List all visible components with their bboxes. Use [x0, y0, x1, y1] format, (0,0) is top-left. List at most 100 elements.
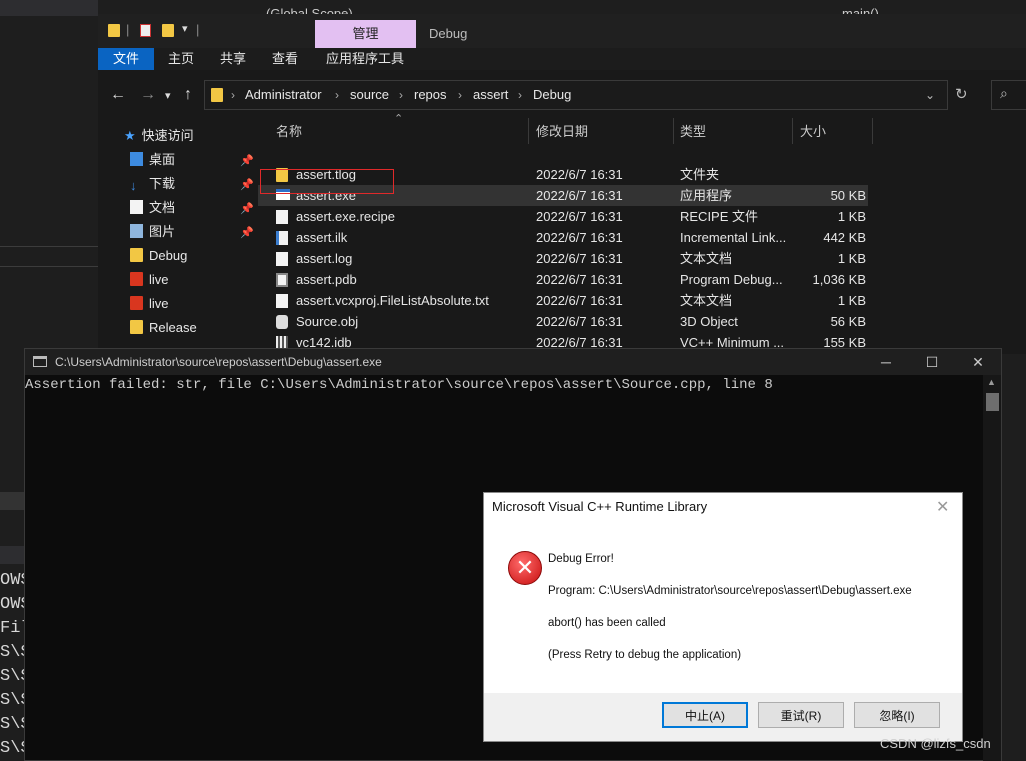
tab-file[interactable]: 文件	[98, 48, 154, 70]
file-type: Incremental Link...	[680, 230, 787, 245]
tab-view[interactable]: 查看	[260, 48, 310, 70]
pin-icon[interactable]: 📌	[240, 178, 254, 191]
file-row[interactable]: assert.exe.recipe 2022/6/7 16:31 RECIPE …	[258, 206, 868, 227]
scroll-up-icon[interactable]: ▲	[987, 377, 996, 387]
address-bar[interactable]: › Administrator › source › repos › asser…	[204, 80, 948, 110]
error-dialog: Microsoft Visual C++ Runtime Library ✕ ✕…	[483, 492, 963, 742]
file-icon	[276, 231, 288, 245]
file-date: 2022/6/7 16:31	[536, 230, 623, 245]
column-divider[interactable]	[792, 118, 793, 144]
nav-item-pictures[interactable]: 图片	[130, 220, 175, 244]
file-name: assert.vcxproj.FileListAbsolute.txt	[296, 293, 489, 308]
folder-warning-icon	[130, 272, 143, 286]
documents-icon	[130, 200, 143, 214]
breadcrumb-item[interactable]: assert	[473, 81, 508, 109]
nav-item-live[interactable]: live	[130, 292, 169, 316]
console-icon	[33, 356, 47, 367]
chevron-right-icon[interactable]: ›	[231, 81, 235, 109]
file-type: 文件夹	[680, 167, 720, 182]
column-divider[interactable]	[673, 118, 674, 144]
nav-item-desktop[interactable]: 桌面	[130, 148, 175, 172]
file-row[interactable]: assert.vcxproj.FileListAbsolute.txt 2022…	[258, 290, 868, 311]
column-header-type[interactable]: 类型	[680, 120, 706, 144]
error-icon: ✕	[508, 551, 542, 585]
ribbon-tabs: 文件 主页 共享 查看 应用程序工具	[98, 48, 1026, 70]
nav-quick-access[interactable]: ★ 快速访问	[124, 124, 194, 148]
breadcrumb-item[interactable]: source	[350, 81, 389, 109]
chevron-right-icon[interactable]: ›	[458, 81, 462, 109]
pin-icon[interactable]: 📌	[240, 202, 254, 215]
nav-item-release[interactable]: Release	[130, 316, 197, 340]
text-file-icon	[276, 294, 288, 308]
refresh-icon[interactable]: ↻	[955, 85, 968, 103]
properties-icon[interactable]	[140, 24, 151, 37]
console-scrollbar[interactable]: ▲	[983, 375, 1001, 761]
column-header-name[interactable]: 名称	[276, 120, 302, 144]
console-title: C:\Users\Administrator\source\repos\asse…	[55, 355, 382, 369]
column-header-size[interactable]: 大小	[800, 120, 826, 144]
file-row[interactable]: assert.log 2022/6/7 16:31 文本文档 1 KB	[258, 248, 868, 269]
highlight-box	[260, 169, 394, 194]
search-box[interactable]: ⌕	[991, 80, 1026, 110]
column-header-date[interactable]: 修改日期	[536, 120, 588, 144]
separator: |	[196, 22, 200, 37]
chevron-right-icon[interactable]: ›	[335, 81, 339, 109]
pictures-icon	[130, 224, 143, 238]
nav-label: Debug	[149, 248, 188, 263]
output-line: File	[0, 619, 26, 638]
breadcrumb-item[interactable]: Debug	[533, 81, 571, 109]
file-name: Source.obj	[296, 314, 359, 329]
minimize-icon[interactable]: ─	[863, 349, 909, 375]
maximize-icon[interactable]: ☐	[909, 349, 955, 375]
tab-app-tools[interactable]: 应用程序工具	[316, 48, 414, 70]
new-folder-icon[interactable]	[162, 24, 174, 37]
breadcrumb-item[interactable]: repos	[414, 81, 447, 109]
nav-item-downloads[interactable]: ↓ 下载	[130, 172, 175, 196]
file-row[interactable]: Source.obj 2022/6/7 16:31 3D Object 56 K…	[258, 311, 868, 332]
error-program: Program: C:\Users\Administrator\source\r…	[548, 585, 912, 597]
abort-button[interactable]: 中止(A)	[662, 702, 748, 728]
pdb-file-icon	[276, 273, 288, 287]
close-icon[interactable]: ✕	[936, 497, 949, 517]
chevron-right-icon[interactable]: ›	[399, 81, 403, 109]
scrollbar-thumb[interactable]	[986, 393, 999, 411]
console-output: Assertion failed: str, file C:\Users\Adm…	[25, 377, 773, 393]
error-heading: Debug Error!	[548, 553, 614, 565]
back-arrow-icon[interactable]: ←	[110, 86, 126, 104]
file-row[interactable]: assert.pdb 2022/6/7 16:31 Program Debug.…	[258, 269, 868, 290]
folder-icon	[130, 248, 143, 262]
dialog-title: Microsoft Visual C++ Runtime Library	[492, 499, 708, 514]
file-name: assert.ilk	[296, 230, 348, 245]
ignore-button[interactable]: 忽略(I)	[854, 702, 940, 728]
tab-home[interactable]: 主页	[156, 48, 206, 70]
output-line: S\S	[0, 667, 26, 686]
column-divider[interactable]	[872, 118, 873, 144]
desktop-icon	[130, 152, 143, 166]
file-date: 2022/6/7 16:31	[536, 314, 623, 329]
pin-icon[interactable]: 📌	[240, 226, 254, 239]
file-row[interactable]: assert.ilk 2022/6/7 16:31 Incremental Li…	[258, 227, 868, 248]
chevron-right-icon[interactable]: ›	[518, 81, 522, 109]
forward-arrow-icon[interactable]: →	[140, 86, 156, 104]
console-titlebar[interactable]: C:\Users\Administrator\source\repos\asse…	[25, 349, 1001, 375]
output-line: S\S	[0, 643, 26, 662]
file-name: assert.pdb	[296, 272, 357, 287]
pin-icon[interactable]: 📌	[240, 154, 254, 167]
output-line: OWS	[0, 571, 26, 590]
nav-item-debug[interactable]: Debug	[130, 244, 187, 268]
tab-share[interactable]: 共享	[208, 48, 258, 70]
recent-chevron-icon[interactable]: ▾	[165, 89, 171, 102]
error-message: abort() has been called	[548, 617, 666, 629]
close-icon[interactable]: ✕	[955, 349, 1001, 375]
history-dropdown-icon[interactable]: ⌄	[925, 81, 935, 109]
up-arrow-icon[interactable]: ↑	[184, 86, 192, 104]
nav-item-documents[interactable]: 文档	[130, 196, 175, 220]
breadcrumb-item[interactable]: Administrator	[245, 81, 322, 109]
dialog-body: Microsoft Visual C++ Runtime Library ✕ ✕…	[484, 493, 962, 693]
watermark: CSDN @lizfs_csdn	[880, 736, 991, 751]
nav-item-live[interactable]: live	[130, 268, 169, 292]
column-divider[interactable]	[528, 118, 529, 144]
manage-context-tab[interactable]: 管理	[315, 20, 416, 48]
retry-button[interactable]: 重试(R)	[758, 702, 844, 728]
quick-access-dropdown-icon[interactable]: ▾	[182, 22, 188, 35]
